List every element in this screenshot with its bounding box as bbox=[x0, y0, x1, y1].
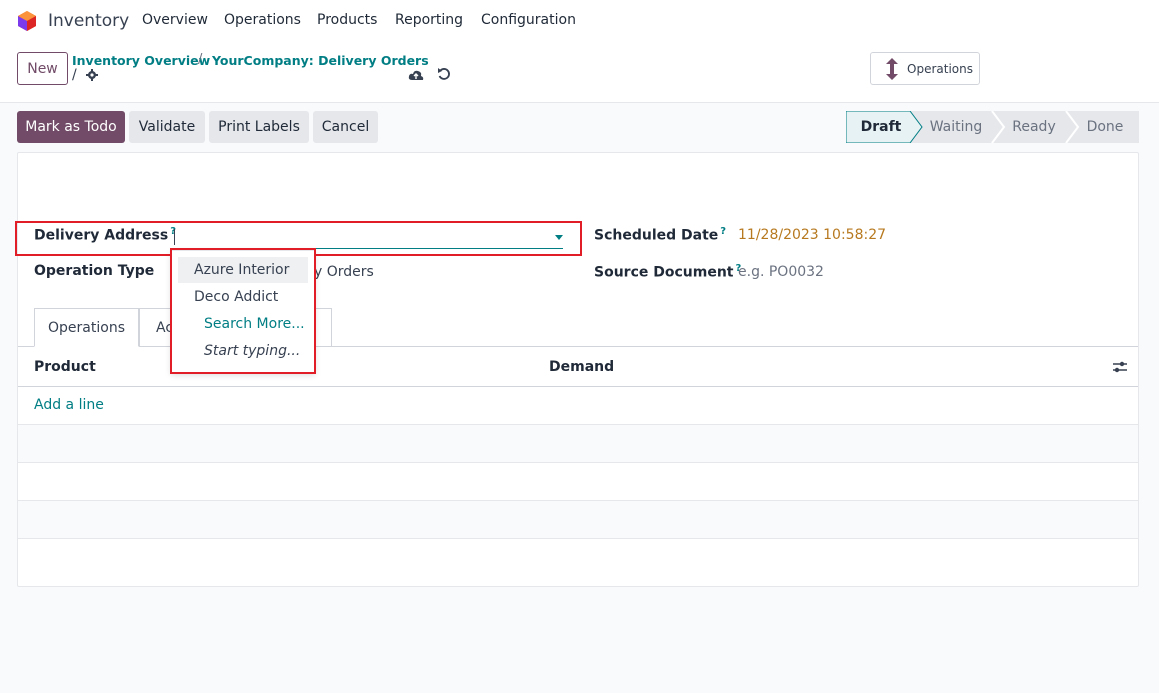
menu-products[interactable]: Products bbox=[317, 12, 377, 28]
mark-as-todo-button[interactable]: Mark as Todo bbox=[17, 111, 125, 143]
source-document-label-text: Source Document bbox=[594, 264, 734, 281]
menu-reporting[interactable]: Reporting bbox=[395, 12, 463, 28]
status-ready[interactable]: Ready bbox=[1002, 111, 1066, 143]
save-cloud-icon[interactable] bbox=[408, 68, 424, 82]
app-name[interactable]: Inventory bbox=[48, 11, 129, 31]
add-a-line-link[interactable]: Add a line bbox=[34, 397, 104, 413]
operations-smart-button[interactable]: Operations bbox=[870, 52, 980, 85]
operation-type-label: Operation Type bbox=[34, 263, 155, 279]
breadcrumb-delivery-orders[interactable]: YourCompany: Delivery Orders bbox=[212, 53, 429, 68]
scheduled-date-value[interactable]: 11/28/2023 10:58:27 bbox=[738, 227, 886, 243]
tab-operations[interactable]: Operations bbox=[34, 308, 139, 347]
column-product[interactable]: Product bbox=[34, 359, 96, 375]
source-document-label: Source Document? bbox=[594, 263, 741, 281]
status-draft[interactable]: Draft bbox=[846, 111, 916, 143]
inventory-app-icon[interactable] bbox=[16, 10, 38, 32]
scheduled-date-label-text: Scheduled Date bbox=[594, 227, 719, 244]
status-waiting[interactable]: Waiting bbox=[922, 111, 990, 143]
table-row bbox=[18, 425, 1138, 463]
optional-columns-icon[interactable] bbox=[1112, 359, 1128, 375]
new-button[interactable]: New bbox=[17, 52, 68, 85]
scheduled-date-label: Scheduled Date? bbox=[594, 226, 726, 244]
discard-undo-icon[interactable] bbox=[437, 67, 451, 81]
cancel-button[interactable]: Cancel bbox=[313, 111, 378, 143]
help-icon[interactable]: ? bbox=[720, 226, 726, 237]
gear-icon[interactable] bbox=[86, 69, 98, 81]
menu-configuration[interactable]: Configuration bbox=[481, 12, 576, 28]
status-bar: Draft Waiting Ready Done bbox=[846, 111, 1139, 143]
column-demand[interactable]: Demand bbox=[549, 359, 614, 375]
control-panel: New Inventory Overview / YourCompany: De… bbox=[0, 42, 1159, 103]
menu-operations[interactable]: Operations bbox=[224, 12, 301, 28]
table-row-add: Add a line bbox=[18, 387, 1138, 425]
print-labels-button[interactable]: Print Labels bbox=[209, 111, 309, 143]
table-row bbox=[18, 463, 1138, 501]
operations-smart-button-label: Operations bbox=[907, 61, 973, 76]
breadcrumb-separator: / bbox=[198, 52, 203, 67]
source-document-input[interactable]: e.g. PO0032 bbox=[738, 264, 824, 280]
highlight-box-dropdown bbox=[170, 248, 316, 374]
status-done[interactable]: Done bbox=[1076, 111, 1134, 143]
table-row bbox=[18, 501, 1138, 539]
validate-button[interactable]: Validate bbox=[129, 111, 205, 143]
breadcrumb-separator-2: / bbox=[72, 67, 77, 83]
menu-overview[interactable]: Overview bbox=[142, 12, 208, 28]
operation-type-value[interactable]: y Orders bbox=[314, 264, 374, 280]
breadcrumb-inventory-overview[interactable]: Inventory Overview bbox=[72, 53, 210, 68]
transfer-arrows-icon bbox=[886, 57, 898, 80]
top-navbar: Inventory Overview Operations Products R… bbox=[0, 0, 1159, 42]
